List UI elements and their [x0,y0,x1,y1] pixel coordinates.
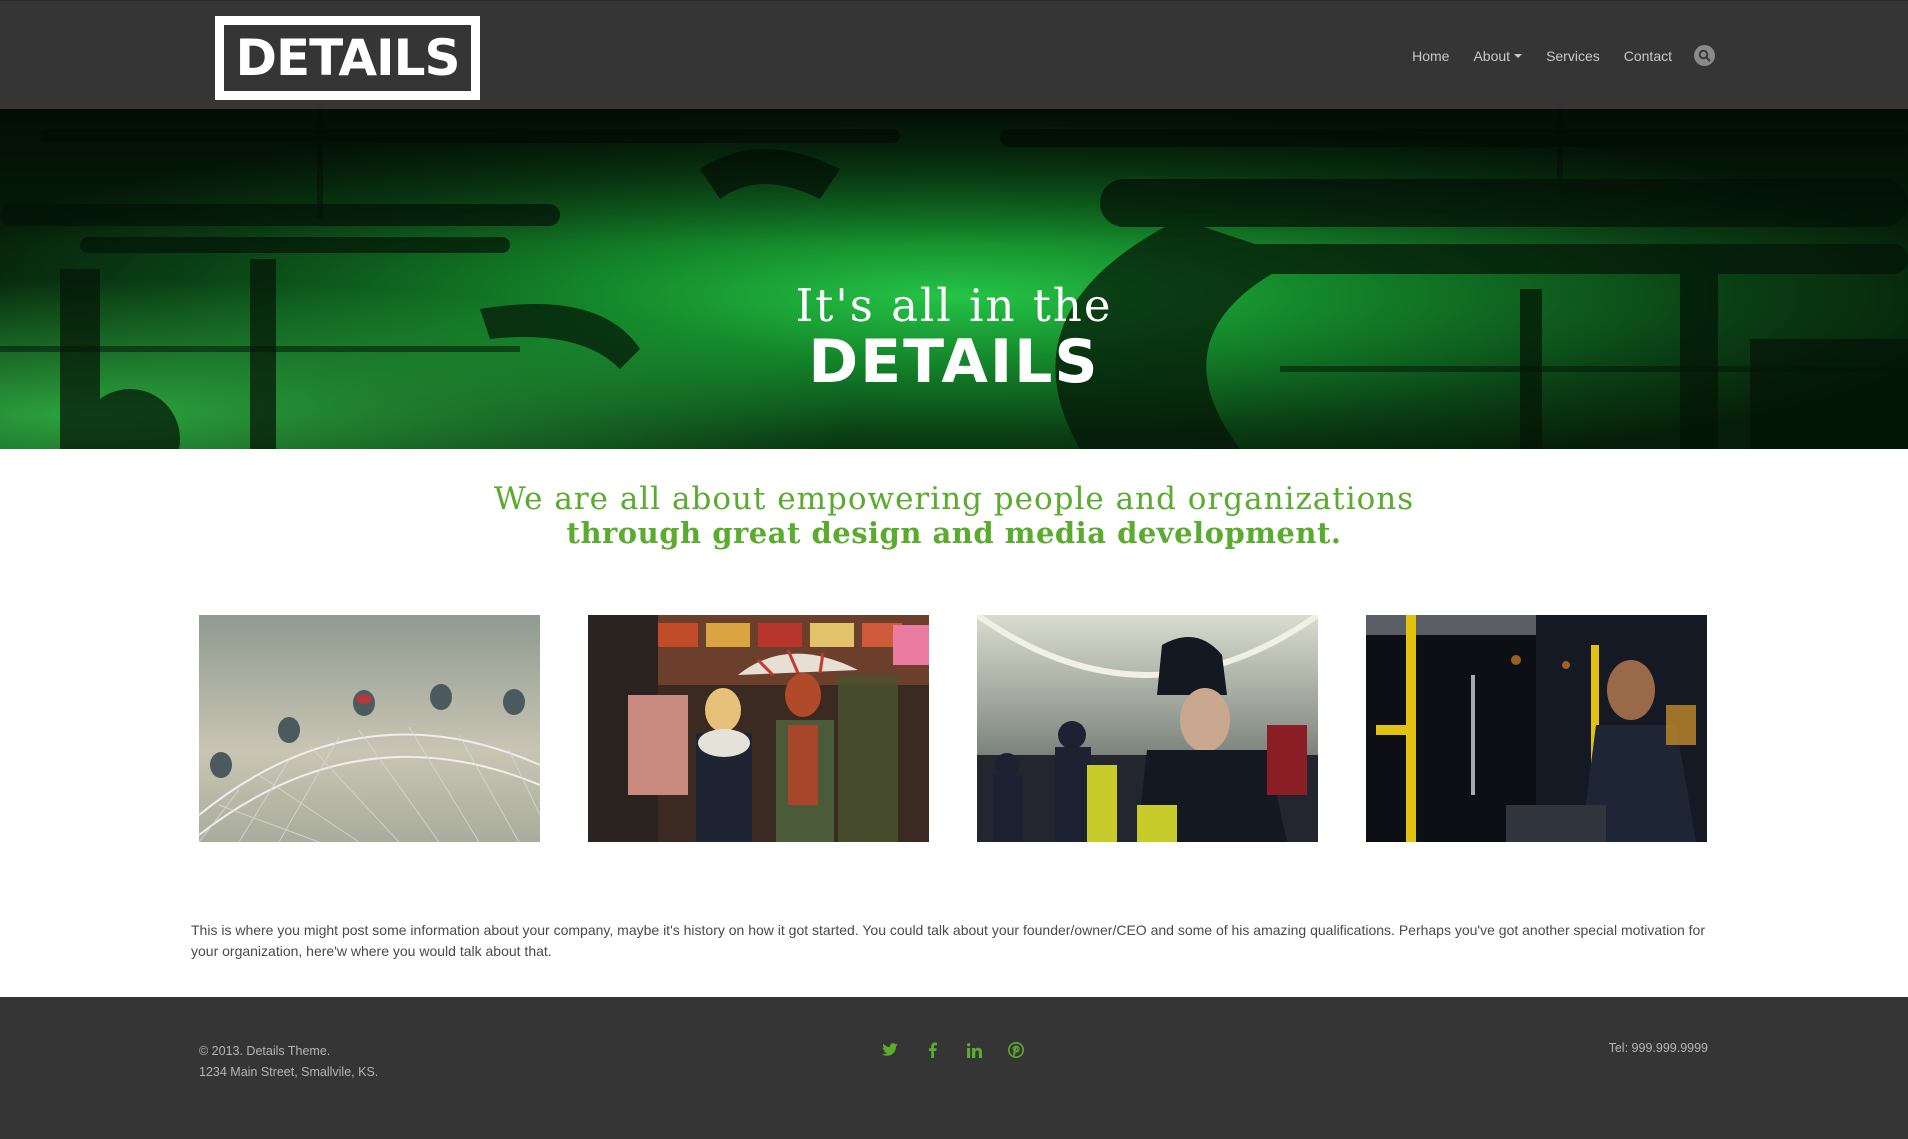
hero-heading-line2: DETAILS [808,327,1100,397]
pinterest-icon[interactable] [1006,1040,1026,1060]
train-passenger-photo[interactable] [1366,615,1707,842]
hero-banner: It's all in the DETAILS [0,109,1908,449]
site-logo[interactable]: DETAILS [215,16,480,100]
logo-box: DETAILS [224,25,471,91]
site-header: DETAILS Home About Services Contact [0,0,1908,109]
about-paragraph: This is where you might post some inform… [191,922,1706,959]
logo-text: DETAILS [235,29,460,87]
ferris-wheel-photo[interactable] [199,615,540,842]
nav-about[interactable]: About [1473,47,1523,64]
nav-home[interactable]: Home [1412,48,1449,64]
nav-contact[interactable]: Contact [1624,48,1672,64]
tagline-line1: We are all about empowering people and o… [493,481,1415,517]
search-icon[interactable] [1694,45,1715,66]
nav-services[interactable]: Services [1546,48,1600,64]
footer-phone: Tel: 999.999.9999 [1608,1041,1708,1055]
chevron-down-icon [1514,53,1523,58]
social-links [880,1040,1048,1060]
linkedin-icon[interactable] [964,1040,984,1060]
hero-heading-line1: It's all in the [795,279,1113,332]
copyright-text: © 2013. Details Theme. [199,1044,331,1058]
facebook-icon[interactable] [922,1040,942,1060]
site-footer: © 2013. Details Theme. 1234 Main Street,… [0,997,1908,1139]
footer-contact: © 2013. Details Theme. 1234 Main Street,… [199,1041,378,1083]
address-text: 1234 Main Street, Smallvile, KS. [199,1065,379,1079]
tagline-line2: through great design and media developme… [566,516,1342,550]
main-nav: Home About Services Contact [1388,45,1715,66]
twitter-icon[interactable] [880,1040,900,1060]
market-umbrella-photo[interactable] [588,615,929,842]
nav-about-label: About [1473,47,1511,64]
police-officer-photo[interactable] [977,615,1318,842]
